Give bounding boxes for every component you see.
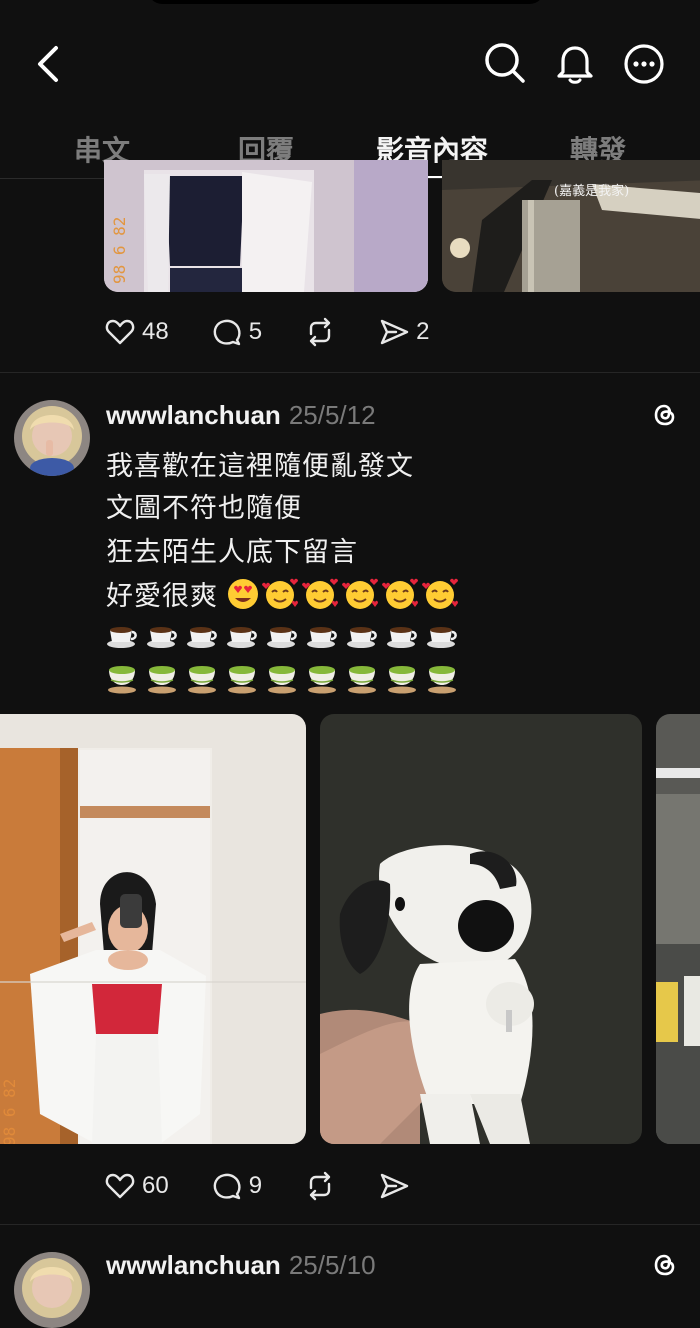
image-date-stamp: 98 6 82 (110, 216, 129, 284)
teacup-emoji (266, 660, 298, 699)
comment-count: 5 (248, 318, 263, 345)
coffee-emoji (186, 618, 218, 655)
repost-button[interactable] (304, 316, 336, 348)
post-image-mirror-selfie[interactable]: 98 6 82 (104, 160, 428, 292)
heart-icon (105, 319, 135, 345)
threads-icon[interactable] (646, 396, 682, 432)
share-button[interactable] (378, 1170, 410, 1202)
coffee-emoji (266, 618, 298, 655)
bell-icon[interactable] (552, 40, 598, 86)
post-divider (0, 372, 700, 373)
like-count: 60 (142, 1172, 169, 1199)
teacup-emoji (426, 660, 458, 699)
coffee-emoji (146, 618, 178, 655)
prev-post-actions: 48 5 2 (104, 312, 471, 352)
coffee-emoji (346, 618, 378, 655)
post-text-line: 狂去陌生人底下留言 (106, 537, 358, 568)
share-count: 2 (416, 318, 430, 345)
smiling-face-hearts-emoji (302, 578, 338, 609)
back-icon[interactable] (28, 42, 72, 86)
post-text-fragment: 好愛很爽 (106, 581, 218, 612)
comment-count: 9 (248, 1172, 263, 1199)
repost-icon (309, 1171, 331, 1201)
tea-emoji-row (106, 660, 466, 699)
comment-icon (213, 1173, 241, 1200)
avatar[interactable] (14, 1252, 90, 1328)
comment-button[interactable]: 5 (211, 316, 262, 348)
teacup-emoji (226, 660, 258, 699)
teacup-emoji (386, 660, 418, 699)
post-text-line: 好愛很爽 (106, 574, 460, 613)
coffee-emoji (386, 618, 418, 655)
teacup-emoji (146, 660, 178, 699)
more-options-icon[interactable] (620, 40, 668, 88)
coffee-emoji (226, 618, 258, 655)
send-icon (380, 1173, 409, 1199)
smiling-face-hearts-emoji (342, 578, 378, 609)
coffee-emoji (306, 618, 338, 655)
post-date: 25/5/10 (288, 1250, 376, 1280)
coffee-emoji (426, 618, 458, 655)
coffee-emoji-row (106, 618, 466, 655)
share-button[interactable]: 2 (378, 316, 429, 348)
teacup-emoji (186, 660, 218, 699)
post-author: wwwlanchuan 25/5/12 (106, 400, 376, 431)
post-image-selfie[interactable]: 98 6 82 (0, 714, 306, 1144)
teacup-emoji (106, 660, 138, 699)
post-image-snoopy-plush[interactable] (320, 714, 642, 1144)
post-author: wwwlanchuan 25/5/10 (106, 1250, 376, 1281)
repost-icon (309, 317, 331, 347)
post-actions: 60 9 (104, 1166, 452, 1206)
image-caption: (嘉義是我家) (554, 184, 630, 199)
heart-eyes-emoji (228, 578, 258, 609)
like-button[interactable]: 48 (104, 316, 169, 348)
username[interactable]: wwwlanchuan (106, 1250, 281, 1280)
heart-icon (105, 1173, 135, 1199)
post-date: 25/5/12 (288, 400, 376, 430)
coffee-emoji (106, 618, 138, 655)
post-text-line: 文圖不符也隨便 (106, 493, 302, 524)
username[interactable]: wwwlanchuan (106, 400, 281, 430)
post-image-tunnel[interactable]: (嘉義是我家) (442, 160, 700, 292)
smiling-face-hearts-emoji (262, 578, 298, 609)
send-icon (380, 319, 409, 345)
top-bar (0, 0, 700, 120)
comment-icon (213, 319, 241, 346)
threads-icon[interactable] (646, 1246, 682, 1282)
teacup-emoji (346, 660, 378, 699)
post-image-station[interactable] (656, 714, 700, 1144)
smiling-face-hearts-emoji (422, 578, 458, 609)
post-divider (0, 1224, 700, 1225)
comment-button[interactable]: 9 (211, 1170, 262, 1202)
like-count: 48 (142, 318, 169, 345)
repost-button[interactable] (304, 1170, 336, 1202)
avatar[interactable] (14, 400, 90, 476)
like-button[interactable]: 60 (104, 1170, 169, 1202)
search-icon[interactable] (482, 40, 528, 86)
image-date-stamp: 98 6 82 (0, 1078, 19, 1144)
smiling-face-hearts-emoji (382, 578, 418, 609)
post-text-line: 我喜歡在這裡隨便亂發文 (106, 451, 414, 482)
teacup-emoji (306, 660, 338, 699)
